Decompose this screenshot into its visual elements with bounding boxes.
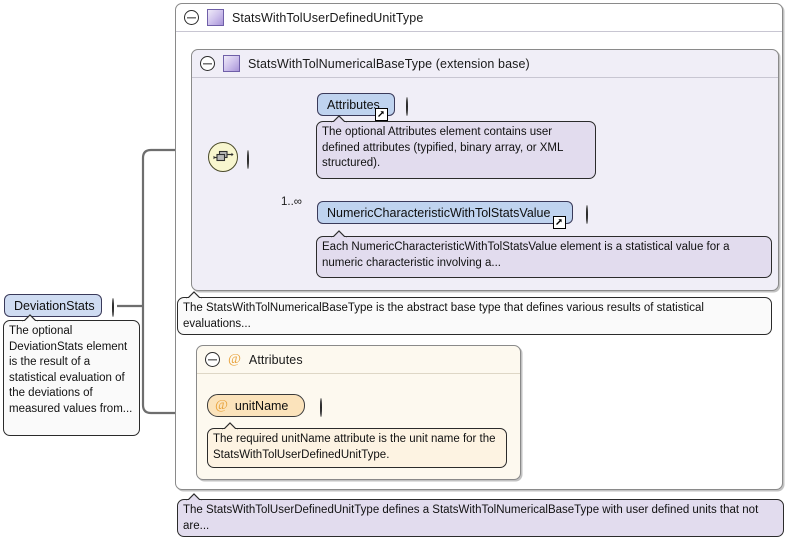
sequence-compositor-icon[interactable] [208, 142, 238, 172]
collapse-toggle-inner-type[interactable] [200, 56, 215, 71]
element-label-attributes: Attributes [327, 97, 380, 112]
annotation-text-deviationstats: The optional DeviationStats element is t… [9, 325, 133, 415]
callout-pointer [331, 115, 347, 123]
annotation-text-inner-type: The StatsWithTolNumericalBaseType is the… [183, 302, 704, 330]
callout-pointer [186, 493, 202, 501]
complextype-icon-inner [223, 55, 240, 72]
attribute-group-title: Attributes [248, 352, 303, 367]
at-icon-unitname: @ [215, 397, 228, 413]
collapse-toggle-outer-type[interactable] [184, 10, 199, 25]
element-node-attributes[interactable]: Attributes [317, 93, 395, 121]
attribute-group-header: @ Attributes [197, 346, 520, 374]
inner-type-header: StatsWithTolNumericalBaseType (extension… [192, 50, 778, 78]
callout-pointer [186, 291, 202, 299]
annotation-deviationstats: The optional DeviationStats element is t… [3, 314, 140, 436]
annotation-outer-type: The StatsWithTolUserDefinedUnitType defi… [177, 493, 784, 537]
annotation-text-unitname: The required unitName attribute is the u… [213, 433, 496, 461]
complextype-icon [207, 9, 224, 26]
expand-toggle-unitname[interactable] [320, 398, 322, 417]
sequence-glyph [213, 150, 234, 162]
reference-link-icon-numericcharacteristic[interactable] [553, 216, 566, 229]
element-label-deviationstats: DeviationStats [14, 298, 95, 313]
occurrence-indicator-numericcharacteristic: 1..∞ [281, 196, 302, 208]
callout-pointer [22, 314, 38, 322]
xsd-diagram-canvas: StatsWithTolUserDefinedUnitType StatsWit… [0, 0, 798, 542]
callout-pointer [331, 230, 347, 238]
outer-type-title: StatsWithTolUserDefinedUnitType [232, 10, 424, 25]
element-node-numericcharacteristicwithtolstatsvalue[interactable]: NumericCharacteristicWithTolStatsValue [317, 201, 573, 229]
expand-toggle-numericcharacteristic[interactable] [586, 205, 588, 224]
collapse-toggle-sequence[interactable] [247, 150, 249, 169]
inner-type-title: StatsWithTolNumericalBaseType (extension… [248, 56, 530, 71]
annotation-numericcharacteristic: Each NumericCharacteristicWithTolStatsVa… [316, 230, 772, 278]
collapse-toggle-attribute-group[interactable] [205, 352, 220, 367]
annotation-text-outer-type: The StatsWithTolUserDefinedUnitType defi… [183, 504, 759, 532]
annotation-text-numericcharacteristic: Each NumericCharacteristicWithTolStatsVa… [322, 241, 730, 269]
expand-toggle-attributes[interactable] [406, 97, 408, 116]
attribute-node-unitname[interactable]: @ unitName [207, 394, 305, 417]
attribute-label-unitname: unitName [234, 398, 289, 413]
annotation-unitname: The required unitName attribute is the u… [207, 422, 507, 468]
collapse-toggle-deviationstats[interactable] [112, 298, 114, 317]
annotation-inner-type: The StatsWithTolNumericalBaseType is the… [177, 291, 772, 335]
element-node-deviationstats[interactable]: DeviationStats [4, 294, 102, 317]
annotation-attributes-element: The optional Attributes element contains… [316, 115, 596, 179]
annotation-text-attributes-element: The optional Attributes element contains… [322, 126, 563, 169]
reference-link-icon-attributes[interactable] [375, 108, 388, 121]
element-label-numericcharacteristicwithtolstatsvalue: NumericCharacteristicWithTolStatsValue [327, 205, 551, 220]
callout-pointer [222, 422, 238, 430]
at-icon-group: @ [228, 351, 241, 367]
outer-type-header: StatsWithTolUserDefinedUnitType [176, 4, 782, 32]
